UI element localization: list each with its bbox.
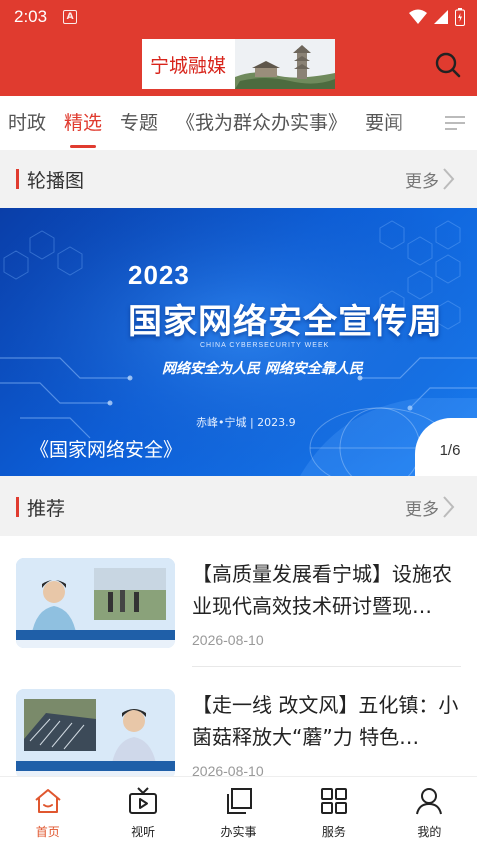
news-item[interactable]: 【高质量发展看宁城】设施农业现代高效技术研讨暨现… 2026-08-10 xyxy=(16,536,461,667)
copy-icon xyxy=(226,788,252,814)
banner-subtitle-en: CHINA CYBERSECURITY WEEK xyxy=(200,342,330,349)
news-thumbnail xyxy=(16,689,175,776)
app-notification-icon: A xyxy=(63,10,78,24)
tab-menu-button[interactable] xyxy=(433,96,477,150)
banner-year: 2023 xyxy=(128,260,190,290)
section-accent-bar xyxy=(16,497,19,517)
battery-icon xyxy=(455,8,465,26)
news-title: 【走一线 改文风】五化镇：小菌菇释放大“蘑”力 特色… xyxy=(192,693,459,749)
video-icon xyxy=(129,787,158,814)
menu-icon xyxy=(445,116,465,130)
nav-services-label: 服务 xyxy=(321,825,346,839)
grid-icon xyxy=(320,788,347,814)
tab-zhuanti[interactable]: 专题 xyxy=(120,96,158,150)
nav-service-tasks-label: 办实事 xyxy=(220,825,257,839)
news-item[interactable]: 【走一线 改文风】五化镇：小菌菇释放大“蘑”力 特色… 2026-08-10 xyxy=(16,667,461,776)
signal-icon xyxy=(434,10,448,24)
banner-place: 赤峰•宁城 | 2023.9 xyxy=(196,416,296,429)
tab-banshishi[interactable]: 《我为群众办实事》 xyxy=(176,96,347,150)
banner-title: 国家网络安全宣传周 xyxy=(128,302,443,342)
bottom-navigation: 首页 视听 办实事 服务 我的 xyxy=(0,776,477,849)
news-list: 【高质量发展看宁城】设施农业现代高效技术研讨暨现… 2026-08-10 【走一 xyxy=(0,536,477,776)
chevron-right-icon xyxy=(443,168,455,190)
news-anchor-image xyxy=(16,558,175,648)
carousel-caption: 《国家网络安全》 xyxy=(30,439,183,461)
status-icons xyxy=(409,8,465,26)
status-time: 2:03 xyxy=(14,7,48,26)
tabs-fade xyxy=(387,96,437,150)
carousel-section-header: 轮播图 更多 xyxy=(0,150,477,208)
nav-service-tasks[interactable]: 办实事 xyxy=(191,777,286,849)
news-anchor-image xyxy=(16,689,175,776)
section-accent-bar xyxy=(16,169,19,189)
search-button[interactable] xyxy=(433,50,463,80)
nav-video-label: 视听 xyxy=(131,825,156,839)
nav-services[interactable]: 服务 xyxy=(286,777,381,849)
section-title: 推荐 xyxy=(27,497,66,520)
news-title: 【高质量发展看宁城】设施农业现代高效技术研讨暨现… xyxy=(192,562,452,618)
nav-profile[interactable]: 我的 xyxy=(382,777,477,849)
home-icon xyxy=(35,789,61,813)
app-header: 宁城融媒 xyxy=(0,34,477,96)
nav-home[interactable]: 首页 xyxy=(0,777,95,849)
chevron-right-icon xyxy=(443,496,455,518)
app-logo: 宁城融媒 xyxy=(142,39,335,89)
nav-video[interactable]: 视听 xyxy=(95,777,190,849)
recommend-section-header: 推荐 更多 xyxy=(0,478,477,536)
more-label: 更多 xyxy=(405,171,439,192)
tab-jingxuan[interactable]: 精选 xyxy=(64,96,102,150)
recommend-more-link[interactable]: 更多 xyxy=(405,478,457,536)
app-screen: 2:03 A 宁城融媒 时政 精选 专题 《我为群众办实事》 要闻 轮播图 更多… xyxy=(0,0,477,849)
more-label: 更多 xyxy=(405,499,439,520)
news-date: 2026-08-10 xyxy=(192,632,264,648)
pagoda-logo-image xyxy=(235,39,335,89)
carousel-banner[interactable]: 2023 国家网络安全宣传周 CHINA CYBERSECURITY WEEK … xyxy=(0,208,477,476)
section-title: 轮播图 xyxy=(27,169,85,192)
status-bar: 2:03 A xyxy=(0,0,477,34)
wifi-icon xyxy=(409,9,427,24)
logo-text: 宁城融媒 xyxy=(150,54,227,77)
news-thumbnail xyxy=(16,558,175,648)
search-icon xyxy=(435,52,461,78)
news-date: 2026-08-10 xyxy=(192,763,264,776)
banner-slogan: 网络安全为人民 网络安全靠人民 xyxy=(162,361,363,377)
category-tabs: 时政 精选 专题 《我为群众办实事》 要闻 xyxy=(0,96,477,150)
carousel-more-link[interactable]: 更多 xyxy=(405,150,457,208)
nav-home-label: 首页 xyxy=(35,825,60,839)
tab-shizheng[interactable]: 时政 xyxy=(8,96,46,150)
user-icon xyxy=(416,788,443,815)
nav-profile-label: 我的 xyxy=(417,825,442,839)
